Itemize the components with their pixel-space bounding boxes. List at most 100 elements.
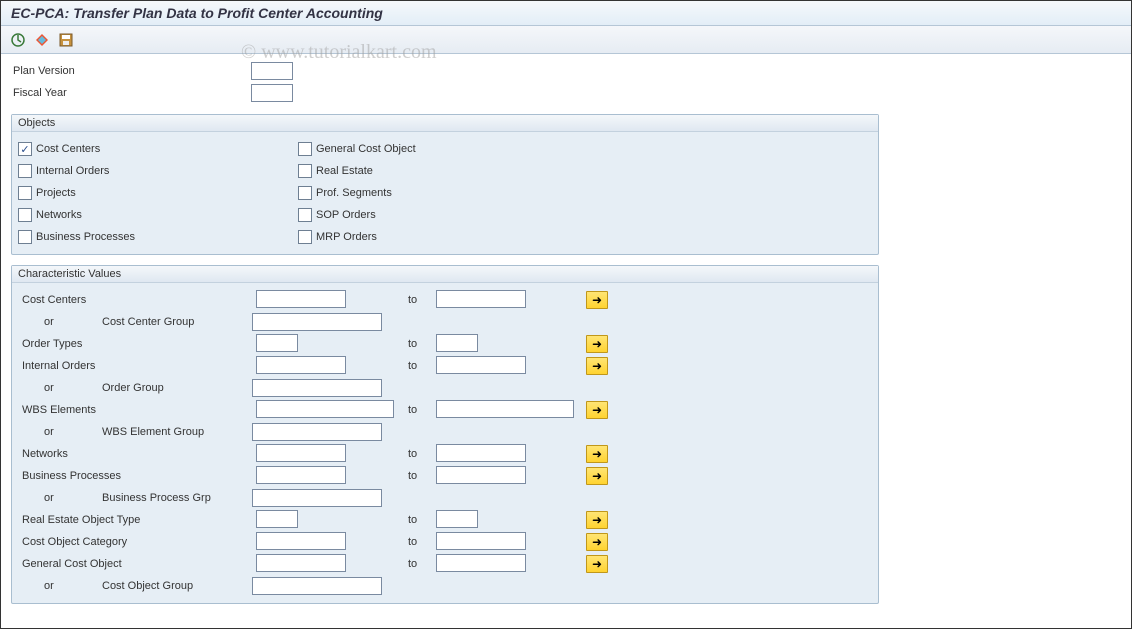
cv-group-label: Cost Object Group xyxy=(102,580,252,592)
checkbox-label: SOP Orders xyxy=(316,209,376,221)
cv-from-input[interactable] xyxy=(256,400,394,418)
checkbox[interactable] xyxy=(18,230,32,244)
checkbox[interactable] xyxy=(18,186,32,200)
cv-to-input[interactable] xyxy=(436,444,526,462)
objects-title: Objects xyxy=(12,115,878,132)
cv-from-input[interactable] xyxy=(256,510,298,528)
multiple-selection-button[interactable]: ➜ xyxy=(586,533,608,551)
or-label: or xyxy=(44,316,74,328)
or-label: or xyxy=(44,382,74,394)
fiscal-year-label: Fiscal Year xyxy=(11,87,251,99)
plan-version-label: Plan Version xyxy=(11,65,251,77)
checkbox-label: Prof. Segments xyxy=(316,187,392,199)
cv-label: Business Processes xyxy=(18,470,256,482)
cv-group-input[interactable] xyxy=(252,313,382,331)
or-label: or xyxy=(44,426,74,438)
cv-from-input[interactable] xyxy=(256,356,346,374)
cv-from-input[interactable] xyxy=(256,290,346,308)
objects-group: Objects ✓ Cost Centers General Cost Object… xyxy=(11,114,879,255)
to-label: to xyxy=(408,448,436,460)
checkbox-label: Business Processes xyxy=(36,231,135,243)
arrow-right-icon: ➜ xyxy=(592,403,602,417)
checkbox[interactable] xyxy=(298,230,312,244)
arrow-right-icon: ➜ xyxy=(592,513,602,527)
cv-label: Cost Object Category xyxy=(18,536,256,548)
arrow-right-icon: ➜ xyxy=(592,359,602,373)
cv-from-input[interactable] xyxy=(256,444,346,462)
cv-to-input[interactable] xyxy=(436,334,478,352)
plan-version-input[interactable] xyxy=(251,62,293,80)
cv-group-label: WBS Element Group xyxy=(102,426,252,438)
checkbox-label: Real Estate xyxy=(316,165,373,177)
checkbox[interactable] xyxy=(298,164,312,178)
to-label: to xyxy=(408,514,436,526)
arrow-right-icon: ➜ xyxy=(592,469,602,483)
checkbox[interactable] xyxy=(298,208,312,222)
cv-group-label: Business Process Grp xyxy=(102,492,252,504)
checkbox[interactable]: ✓ xyxy=(18,142,32,156)
characteristic-values-group: Characteristic Values Cost Centers to ➜ or C… xyxy=(11,265,879,604)
checkbox-label: General Cost Object xyxy=(316,143,416,155)
multiple-selection-button[interactable]: ➜ xyxy=(586,445,608,463)
cv-to-input[interactable] xyxy=(436,554,526,572)
to-label: to xyxy=(408,536,436,548)
checkbox-label: MRP Orders xyxy=(316,231,377,243)
checkbox-label: Internal Orders xyxy=(36,165,109,177)
arrow-right-icon: ➜ xyxy=(592,535,602,549)
cv-to-input[interactable] xyxy=(436,510,478,528)
to-label: to xyxy=(408,294,436,306)
cv-group-input[interactable] xyxy=(252,577,382,595)
arrow-right-icon: ➜ xyxy=(592,447,602,461)
page-title: EC-PCA: Transfer Plan Data to Profit Cen… xyxy=(1,1,1131,26)
cv-label: Networks xyxy=(18,448,256,460)
execute-icon[interactable] xyxy=(9,31,27,49)
arrow-right-icon: ➜ xyxy=(592,557,602,571)
cv-from-input[interactable] xyxy=(256,466,346,484)
multiple-selection-button[interactable]: ➜ xyxy=(586,357,608,375)
cv-group-label: Order Group xyxy=(102,382,252,394)
cv-label: Cost Centers xyxy=(18,294,256,306)
cv-to-input[interactable] xyxy=(436,356,526,374)
cv-label: General Cost Object xyxy=(18,558,256,570)
to-label: to xyxy=(408,558,436,570)
cv-from-input[interactable] xyxy=(256,532,346,550)
multiple-selection-button[interactable]: ➜ xyxy=(586,467,608,485)
save-icon[interactable] xyxy=(57,31,75,49)
cv-group-input[interactable] xyxy=(252,423,382,441)
multiple-selection-button[interactable]: ➜ xyxy=(586,555,608,573)
cv-group-label: Cost Center Group xyxy=(102,316,252,328)
multiple-selection-button[interactable]: ➜ xyxy=(586,401,608,419)
cv-label: Order Types xyxy=(18,338,256,350)
multiple-selection-button[interactable]: ➜ xyxy=(586,335,608,353)
to-label: to xyxy=(408,360,436,372)
fiscal-year-input[interactable] xyxy=(251,84,293,102)
to-label: to xyxy=(408,338,436,350)
cv-from-input[interactable] xyxy=(256,554,346,572)
checkbox[interactable] xyxy=(18,208,32,222)
checkbox[interactable] xyxy=(298,186,312,200)
cv-group-input[interactable] xyxy=(252,379,382,397)
cv-label: WBS Elements xyxy=(18,404,256,416)
checkbox[interactable] xyxy=(298,142,312,156)
cv-label: Internal Orders xyxy=(18,360,256,372)
cv-to-input[interactable] xyxy=(436,400,574,418)
cv-to-input[interactable] xyxy=(436,290,526,308)
checkbox-label: Networks xyxy=(36,209,82,221)
cv-group-input[interactable] xyxy=(252,489,382,507)
or-label: or xyxy=(44,492,74,504)
arrow-right-icon: ➜ xyxy=(592,337,602,351)
checkbox-label: Projects xyxy=(36,187,76,199)
multiple-selection-button[interactable]: ➜ xyxy=(586,291,608,309)
checkbox-label: Cost Centers xyxy=(36,143,100,155)
cv-label: Real Estate Object Type xyxy=(18,514,256,526)
to-label: to xyxy=(408,404,436,416)
variant-icon[interactable] xyxy=(33,31,51,49)
arrow-right-icon: ➜ xyxy=(592,293,602,307)
toolbar xyxy=(1,26,1131,54)
cv-to-input[interactable] xyxy=(436,466,526,484)
cv-from-input[interactable] xyxy=(256,334,298,352)
checkbox[interactable] xyxy=(18,164,32,178)
cv-title: Characteristic Values xyxy=(12,266,878,283)
multiple-selection-button[interactable]: ➜ xyxy=(586,511,608,529)
cv-to-input[interactable] xyxy=(436,532,526,550)
